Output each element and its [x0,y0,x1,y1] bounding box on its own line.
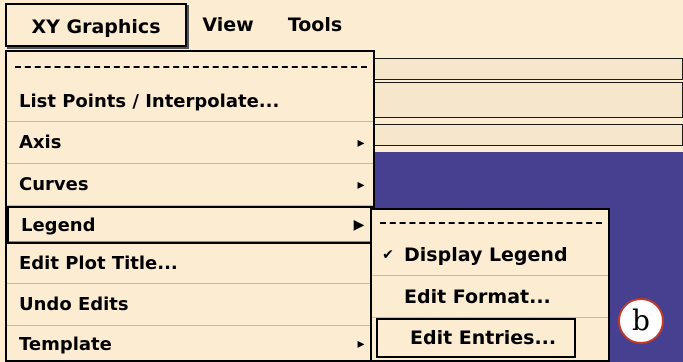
menu-bar: XY Graphics View Tools [0,0,683,50]
submenu-item-label: Display Legend [404,243,568,266]
submenu-item-edit-format[interactable]: Edit Format... [372,276,608,318]
menu-item-list-points[interactable]: List Points / Interpolate... [7,82,373,122]
menu-item-undo-edits[interactable]: Undo Edits [7,284,373,326]
menu-item-curves[interactable]: Curves ▸ [7,164,373,206]
menu-item-template[interactable]: Template ▸ [7,326,373,362]
background-field-3 [365,124,683,146]
xy-graphics-menu: List Points / Interpolate... Axis ▸ Curv… [5,50,375,362]
menu-item-label: Edit Plot Title... [19,253,178,274]
callout-b: b [618,298,664,344]
menu-item-label: Template [19,333,112,355]
menu-tearoff[interactable] [15,66,367,68]
menu-item-legend[interactable]: Legend ▶ [7,206,373,244]
submenu-item-label: Edit Format... [404,285,551,308]
menu-item-label: List Points / Interpolate... [19,91,280,112]
submenu-tearoff[interactable] [380,222,602,224]
background-field-2 [365,82,683,118]
menu-item-label: Axis [19,132,62,153]
menu-item-edit-plot-title[interactable]: Edit Plot Title... [7,244,373,284]
menu-view[interactable]: View [192,3,264,47]
menu-item-axis[interactable]: Axis ▸ [7,122,373,164]
submenu-arrow-icon: ▸ [357,134,365,151]
checkmark-icon: ✔ [382,246,394,263]
menu-item-label: Legend [21,214,96,236]
submenu-arrow-icon: ▸ [357,176,365,193]
submenu-arrow-icon: ▶ [353,217,365,233]
legend-submenu: ✔ Display Legend Edit Format... Edit Ent… [370,208,610,362]
menu-tools[interactable]: Tools [270,3,360,47]
menu-item-label: Curves [19,174,89,195]
submenu-item-display-legend[interactable]: ✔ Display Legend [372,234,608,276]
submenu-item-edit-entries[interactable]: Edit Entries... [376,318,576,358]
submenu-item-label: Edit Entries... [410,327,557,349]
menu-item-label: Undo Edits [19,294,129,315]
menu-xy-graphics[interactable]: XY Graphics [5,3,187,47]
background-field-1 [365,58,683,80]
